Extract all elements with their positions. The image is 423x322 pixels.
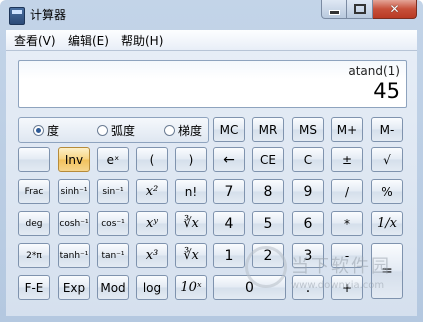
radio-gradians-label: 梯度 bbox=[178, 124, 203, 138]
calculator-body: atand(1) 45 度 弧度 梯度 MC MR MS M+ M- Inv e bbox=[6, 51, 417, 316]
sqrt-button[interactable]: √ bbox=[371, 147, 403, 172]
menu-bar: 查看(V) 编辑(E) 帮助(H) bbox=[6, 30, 417, 51]
asin-button[interactable]: sin⁻¹ bbox=[97, 179, 129, 204]
display-panel: atand(1) 45 bbox=[18, 60, 407, 108]
mod-button[interactable]: Mod bbox=[97, 275, 129, 300]
mc-button[interactable]: MC bbox=[213, 117, 245, 142]
mr-button[interactable]: MR bbox=[252, 117, 284, 142]
add-button[interactable]: + bbox=[331, 275, 363, 300]
fe-button[interactable]: F-E bbox=[18, 275, 50, 300]
expression-display: atand(1) bbox=[348, 64, 400, 78]
exp-button[interactable]: Exp bbox=[58, 275, 90, 300]
close-button[interactable]: ✕ bbox=[373, 0, 417, 19]
reciprocal-button[interactable]: 1/x bbox=[371, 211, 403, 236]
factorial-button[interactable]: n! bbox=[175, 179, 207, 204]
maximize-button[interactable] bbox=[347, 0, 373, 19]
percent-button[interactable]: % bbox=[371, 179, 403, 204]
two-pi-button[interactable]: 2*π bbox=[18, 243, 50, 268]
digit-9-button[interactable]: 9 bbox=[292, 179, 324, 204]
ten-power-button[interactable]: 10ˣ bbox=[175, 275, 207, 300]
close-paren-button[interactable]: ) bbox=[175, 147, 207, 172]
menu-view[interactable]: 查看(V) bbox=[14, 32, 56, 49]
log-button[interactable]: log bbox=[136, 275, 168, 300]
digit-8-button[interactable]: 8 bbox=[252, 179, 284, 204]
radio-degrees-dot bbox=[33, 125, 44, 136]
digit-1-button[interactable]: 1 bbox=[213, 243, 245, 268]
digit-7-button[interactable]: 7 bbox=[213, 179, 245, 204]
maximize-icon bbox=[353, 4, 366, 14]
negate-button[interactable]: ± bbox=[331, 147, 363, 172]
open-paren-button[interactable]: ( bbox=[136, 147, 168, 172]
subtract-button[interactable]: - bbox=[331, 243, 363, 268]
angle-mode-group: 度 弧度 梯度 bbox=[18, 117, 209, 143]
acosh-button[interactable]: cosh⁻¹ bbox=[58, 211, 90, 236]
yroot-button[interactable]: ∛x bbox=[175, 211, 207, 236]
blank-button[interactable] bbox=[18, 147, 50, 172]
cube-root-button[interactable]: ∛x bbox=[175, 243, 207, 268]
divide-button[interactable]: / bbox=[331, 179, 363, 204]
backspace-button[interactable]: ← bbox=[213, 147, 245, 172]
acos-button[interactable]: cos⁻¹ bbox=[97, 211, 129, 236]
minimize-button[interactable] bbox=[321, 0, 347, 19]
clear-button[interactable]: C bbox=[292, 147, 324, 172]
digit-2-button[interactable]: 2 bbox=[252, 243, 284, 268]
menu-edit[interactable]: 编辑(E) bbox=[68, 32, 109, 49]
inv-button[interactable]: Inv bbox=[58, 147, 90, 172]
result-display: 45 bbox=[373, 79, 400, 103]
asinh-button[interactable]: sinh⁻¹ bbox=[58, 179, 90, 204]
window-title: 计算器 bbox=[30, 8, 67, 22]
digit-4-button[interactable]: 4 bbox=[213, 211, 245, 236]
m-minus-button[interactable]: M- bbox=[371, 117, 403, 142]
exp-e-button[interactable]: eˣ bbox=[97, 147, 129, 172]
digit-0-button[interactable]: 0 bbox=[213, 275, 286, 300]
radio-degrees-label: 度 bbox=[47, 124, 60, 138]
deg-button[interactable]: deg bbox=[18, 211, 50, 236]
radio-radians-dot bbox=[97, 125, 108, 136]
cube-button[interactable]: x³ bbox=[136, 243, 168, 268]
ce-button[interactable]: CE bbox=[252, 147, 284, 172]
equals-button[interactable]: = bbox=[371, 243, 403, 299]
multiply-button[interactable]: * bbox=[331, 211, 363, 236]
m-plus-button[interactable]: M+ bbox=[331, 117, 363, 142]
digit-3-button[interactable]: 3 bbox=[292, 243, 324, 268]
atan-button[interactable]: tan⁻¹ bbox=[97, 243, 129, 268]
radio-radians[interactable]: 弧度 bbox=[97, 122, 135, 139]
frac-button[interactable]: Frac bbox=[18, 179, 50, 204]
calculator-window: 计算器 ✕ 查看(V) 编辑(E) 帮助(H) atand(1) 45 度 弧度 bbox=[0, 0, 423, 322]
radio-radians-label: 弧度 bbox=[111, 124, 136, 138]
power-button[interactable]: xʸ bbox=[136, 211, 168, 236]
digit-6-button[interactable]: 6 bbox=[292, 211, 324, 236]
digit-5-button[interactable]: 5 bbox=[252, 211, 284, 236]
calculator-app-icon bbox=[9, 7, 25, 25]
radio-gradians[interactable]: 梯度 bbox=[164, 122, 202, 139]
atanh-button[interactable]: tanh⁻¹ bbox=[58, 243, 90, 268]
radio-degrees[interactable]: 度 bbox=[33, 122, 59, 139]
radio-gradians-dot bbox=[164, 125, 175, 136]
minimize-icon bbox=[328, 10, 340, 15]
ms-button[interactable]: MS bbox=[292, 117, 324, 142]
square-button[interactable]: x² bbox=[136, 179, 168, 204]
decimal-button[interactable]: . bbox=[292, 275, 324, 300]
title-bar[interactable]: 计算器 ✕ bbox=[0, 0, 423, 30]
menu-help[interactable]: 帮助(H) bbox=[121, 32, 163, 49]
close-icon: ✕ bbox=[389, 2, 400, 16]
